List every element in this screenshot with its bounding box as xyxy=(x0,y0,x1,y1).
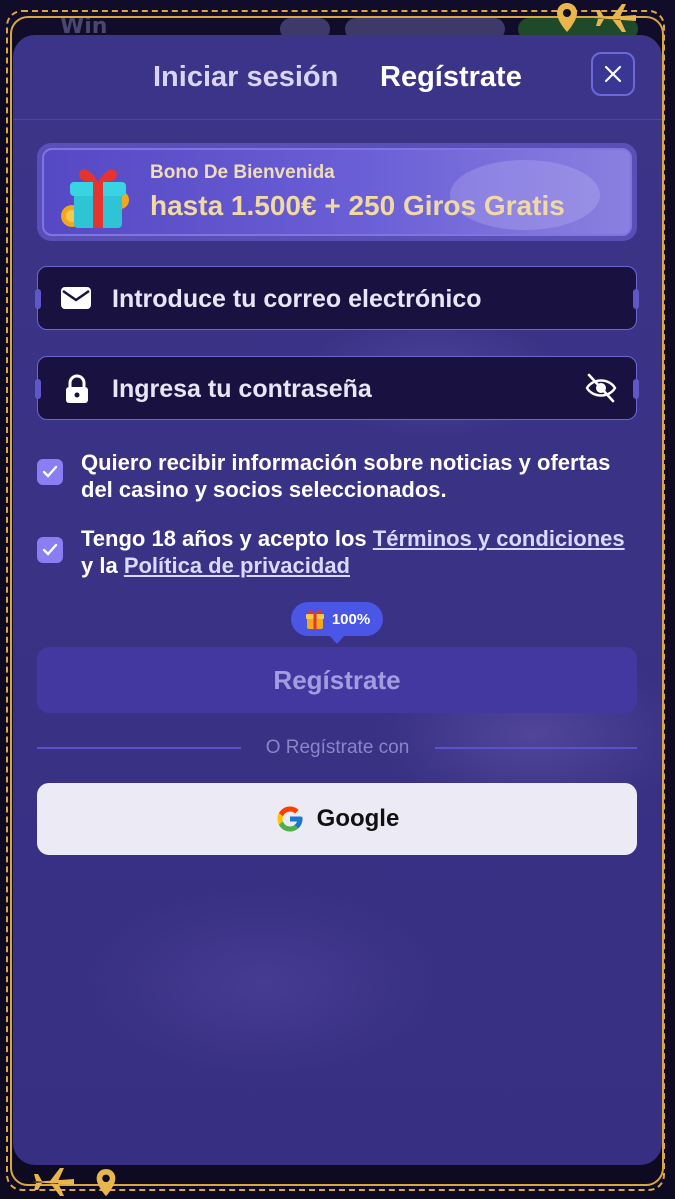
age-terms-row: Tengo 18 años y acepto los Términos y co… xyxy=(37,525,637,585)
auth-tabs: Iniciar sesión Regístrate xyxy=(13,35,662,120)
email-field[interactable] xyxy=(35,266,639,331)
check-icon xyxy=(42,543,58,556)
age-terms-prefix: Tengo 18 años y acepto los xyxy=(81,526,373,551)
lock-icon xyxy=(66,374,88,403)
field-notch xyxy=(35,379,41,399)
mail-icon xyxy=(61,287,91,309)
close-icon xyxy=(604,65,622,83)
news-consent-checkbox[interactable] xyxy=(37,459,63,485)
google-label: Google xyxy=(316,805,400,832)
field-notch xyxy=(633,379,639,399)
close-button[interactable] xyxy=(591,52,635,96)
register-modal: Iniciar sesión Regístrate Bono De Bienve… xyxy=(13,35,662,1165)
bonus-amount: hasta 1.500€ + 250 Giros Gratis xyxy=(150,190,565,221)
bonus-progress-badge: 100% xyxy=(291,602,383,644)
google-icon xyxy=(277,806,303,832)
bonus-progress-value: 100% xyxy=(331,610,371,628)
age-terms-middle: y la xyxy=(81,553,124,578)
location-pin-icon xyxy=(557,3,577,32)
tab-register[interactable]: Regístrate xyxy=(380,61,522,94)
gift-icon xyxy=(61,169,129,228)
news-consent-text: Quiero recibir información sobre noticia… xyxy=(81,450,611,502)
news-consent-row: Quiero recibir información sobre noticia… xyxy=(37,449,637,509)
terms-link[interactable]: Términos y condiciones xyxy=(373,526,625,551)
location-pin-icon xyxy=(96,1168,116,1197)
eye-off-icon[interactable] xyxy=(584,371,618,405)
check-icon xyxy=(42,465,58,478)
google-signup-button[interactable]: Google xyxy=(37,783,637,855)
age-terms-checkbox[interactable] xyxy=(37,537,63,563)
age-terms-text: Tengo 18 años y acepto los Términos y co… xyxy=(81,525,641,579)
tab-login[interactable]: Iniciar sesión xyxy=(153,61,338,94)
airplane-icon xyxy=(32,1168,74,1196)
airplane-icon xyxy=(594,4,636,32)
welcome-bonus-inner: Bono De Bienvenida hasta 1.500€ + 250 Gi… xyxy=(42,148,632,236)
register-submit-button[interactable]: Regístrate xyxy=(37,647,637,713)
gift-icon xyxy=(305,610,324,629)
field-notch xyxy=(633,289,639,309)
password-field[interactable] xyxy=(35,356,639,421)
welcome-bonus-banner: Bono De Bienvenida hasta 1.500€ + 250 Gi… xyxy=(37,143,637,241)
bonus-title: Bono De Bienvenida xyxy=(150,162,335,183)
privacy-link[interactable]: Política de privacidad xyxy=(124,553,350,578)
field-notch xyxy=(35,289,41,309)
email-input[interactable] xyxy=(110,267,574,331)
password-input[interactable] xyxy=(110,357,574,421)
or-register-with-label: O Regístrate con xyxy=(265,737,410,758)
